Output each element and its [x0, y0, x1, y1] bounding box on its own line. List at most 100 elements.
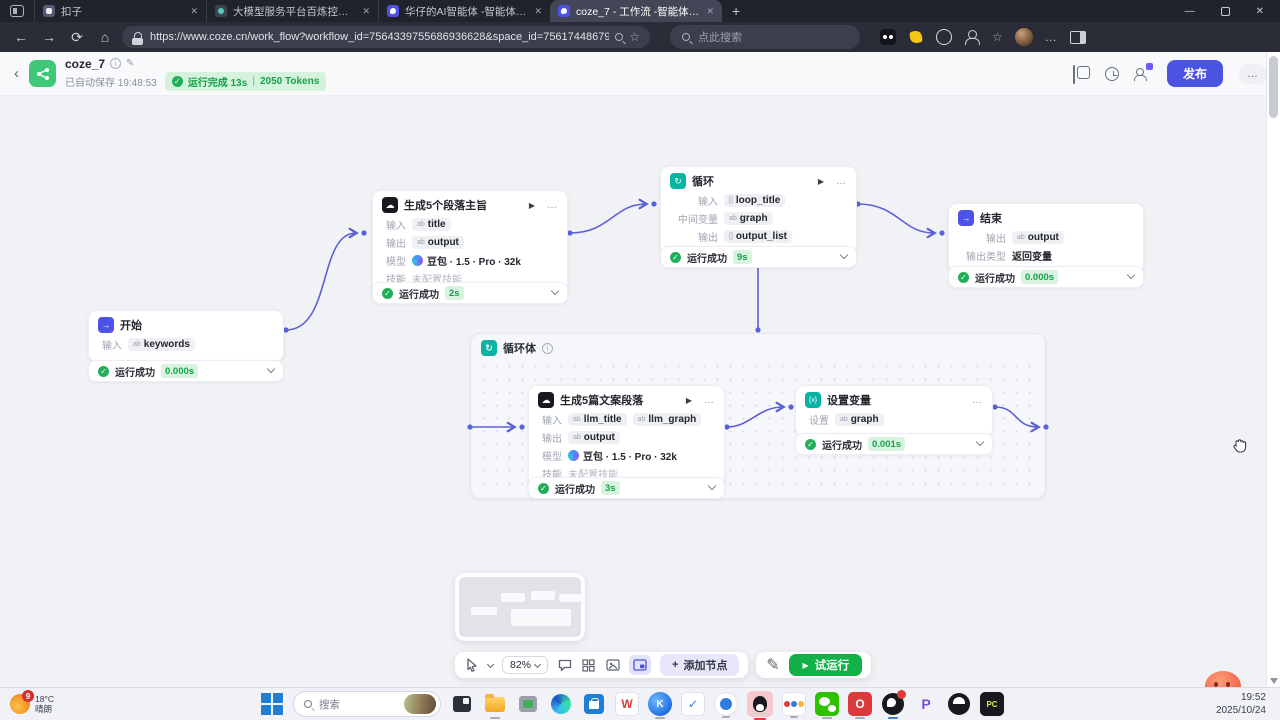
status-setvar[interactable]: ✓ 运行成功 0.001s [795, 433, 993, 455]
chevron-down-icon[interactable] [976, 438, 984, 446]
window-restore-button[interactable] [1221, 7, 1230, 16]
var-pill[interactable]: []output_list [724, 230, 792, 243]
var-pill[interactable]: abgraph [835, 413, 884, 426]
extension-icon[interactable] [936, 29, 952, 45]
zoom-page-icon[interactable] [615, 33, 623, 41]
tab-agent[interactable]: 华仔的AI智能体 -智能体 - 扣子 ✕ [378, 0, 550, 22]
frame-image-icon[interactable] [605, 658, 620, 673]
weather-widget[interactable]: 9 18°C 晴朗 [0, 694, 64, 714]
microsoft-store-icon[interactable] [582, 692, 606, 716]
workspace-icon[interactable] [10, 5, 24, 17]
node-end[interactable]: → 结束 输出 aboutput 输出类型 返回变量 [948, 203, 1144, 273]
forward-button[interactable]: → [38, 29, 60, 45]
node-more-icon[interactable]: … [972, 395, 983, 406]
node-more-icon[interactable]: … [547, 200, 558, 211]
red-o-app-icon[interactable]: O [848, 692, 872, 716]
run-node-icon[interactable]: ▶ [529, 201, 535, 210]
status-llm1[interactable]: ✓ 运行成功 2s [372, 282, 568, 304]
run-node-icon[interactable]: ▶ [818, 177, 824, 186]
node-more-icon[interactable]: … [704, 395, 715, 406]
pointer-tool-chevron[interactable] [487, 660, 494, 667]
node-loop[interactable]: ↻ 循环 ▶ … 输入 []loop_title 中间变量 abgraph 输出… [660, 166, 857, 254]
chevron-down-icon[interactable] [267, 365, 275, 373]
extension-icon[interactable] [880, 29, 896, 45]
pointer-tool-icon[interactable] [464, 658, 479, 673]
window-minimize-button[interactable]: — [1185, 6, 1195, 17]
url-text[interactable]: https://www.coze.cn/work_flow?workflow_i… [150, 31, 609, 43]
add-node-button[interactable]: + 添加节点 [660, 654, 739, 676]
status-start[interactable]: ✓ 运行成功 0.000s [88, 360, 284, 382]
status-end[interactable]: ✓ 运行成功 0.000s [948, 266, 1144, 288]
reload-button[interactable]: ⟳ [66, 29, 88, 46]
home-button[interactable]: ⌂ [94, 29, 116, 45]
tab-bailian[interactable]: 大模型服务平台百炼控制台 ✕ [206, 0, 378, 22]
tab-close-icon[interactable]: ✕ [534, 6, 542, 17]
page-scrollbar[interactable] [1266, 52, 1280, 687]
task-view-icon[interactable] [450, 692, 474, 716]
back-to-list-button[interactable]: ‹ [14, 65, 19, 82]
var-pill[interactable]: abllm_title [568, 413, 627, 426]
start-button[interactable] [260, 692, 284, 716]
tab-workflow-active[interactable]: coze_7 - 工作流 -智能体平台 ✕ [550, 0, 722, 22]
var-pill[interactable]: abgraph [724, 212, 773, 225]
history-icon[interactable] [1105, 67, 1119, 81]
publish-button[interactable]: 发布 [1167, 60, 1223, 87]
taskbar-search[interactable]: 搜索 [293, 691, 441, 717]
todo-app-icon[interactable]: ✓ [681, 692, 705, 716]
var-pill[interactable]: aboutput [568, 431, 620, 444]
zoom-select[interactable]: 82% [502, 656, 548, 674]
node-llm2[interactable]: ☁ 生成5篇文案段落 ▶ … 输入 abllm_title abllm_grap… [528, 385, 725, 491]
chevron-down-icon[interactable] [840, 251, 848, 259]
collaboration-icon[interactable] [1135, 66, 1151, 82]
status-loop[interactable]: ✓ 运行成功 9s [660, 246, 857, 268]
node-set-variable[interactable]: {x} 设置变量 … 设置 abgraph [795, 385, 993, 437]
debug-tool-icon[interactable]: ✎ [765, 658, 780, 673]
tab-close-icon[interactable]: ✕ [706, 6, 714, 17]
minimap[interactable] [455, 573, 585, 641]
test-run-button[interactable]: ▶ 试运行 [789, 654, 862, 676]
purple-p-app-icon[interactable]: P [914, 692, 938, 716]
obs-app-icon[interactable] [881, 692, 905, 716]
browser-menu-icon[interactable]: … [1045, 30, 1058, 44]
var-pill[interactable]: aboutput [412, 236, 464, 249]
var-pill[interactable]: abkeywords [128, 338, 195, 351]
file-explorer-icon[interactable] [483, 692, 507, 716]
layout-grid-icon[interactable] [581, 658, 596, 673]
var-pill[interactable]: []loop_title [724, 194, 785, 207]
run-node-icon[interactable]: ▶ [686, 396, 692, 405]
run-result-badge[interactable]: ✓ 运行完成 13s | 2050 Tokens [165, 72, 327, 91]
wps-icon[interactable]: W [615, 692, 639, 716]
scrollbar-down-arrow[interactable] [1270, 678, 1278, 684]
status-llm2[interactable]: ✓ 运行成功 3s [528, 477, 725, 499]
device-app-icon[interactable] [516, 692, 540, 716]
blue-circle-app-icon[interactable] [714, 692, 738, 716]
chevron-down-icon[interactable] [1127, 271, 1135, 279]
bw-circle-app-icon[interactable] [947, 692, 971, 716]
tab-kouzi[interactable]: 扣子 ✕ [34, 0, 206, 22]
clock-widget[interactable]: 19:52 2025/10/24 [1216, 691, 1280, 718]
minimap-toggle-icon[interactable] [629, 655, 651, 675]
node-more-icon[interactable]: … [836, 176, 847, 187]
back-button[interactable]: ← [10, 29, 32, 45]
chevron-down-icon[interactable] [551, 287, 559, 295]
qq-icon[interactable] [747, 691, 773, 717]
address-bar[interactable]: https://www.coze.cn/work_flow?workflow_i… [122, 26, 650, 48]
quark-browser-icon[interactable]: K [648, 692, 672, 716]
browser-search-box[interactable]: 点此搜索 [670, 25, 860, 49]
var-pill[interactable]: aboutput [1012, 231, 1064, 244]
tab-close-icon[interactable]: ✕ [190, 6, 198, 17]
side-panel-icon[interactable] [1070, 31, 1086, 44]
var-pill[interactable]: abtitle [412, 218, 451, 231]
favorites-icon[interactable]: ☆ [992, 30, 1003, 44]
chevron-down-icon[interactable] [708, 482, 716, 490]
extension-icon[interactable] [908, 29, 924, 45]
node-llm1[interactable]: ☁ 生成5个段落主旨 ▶ … 输入 abtitle 输出 aboutput 模型… [372, 190, 568, 296]
node-start[interactable]: → 开始 输入 abkeywords [88, 310, 284, 362]
new-tab-button[interactable]: + [732, 3, 740, 19]
var-pill[interactable]: abllm_graph [633, 413, 702, 426]
window-close-button[interactable]: ✕ [1256, 6, 1264, 17]
comment-icon[interactable] [557, 658, 572, 673]
duplicate-icon[interactable] [1073, 66, 1089, 82]
bookmark-star-icon[interactable]: ☆ [629, 30, 640, 44]
share-circles-app-icon[interactable] [782, 692, 806, 716]
